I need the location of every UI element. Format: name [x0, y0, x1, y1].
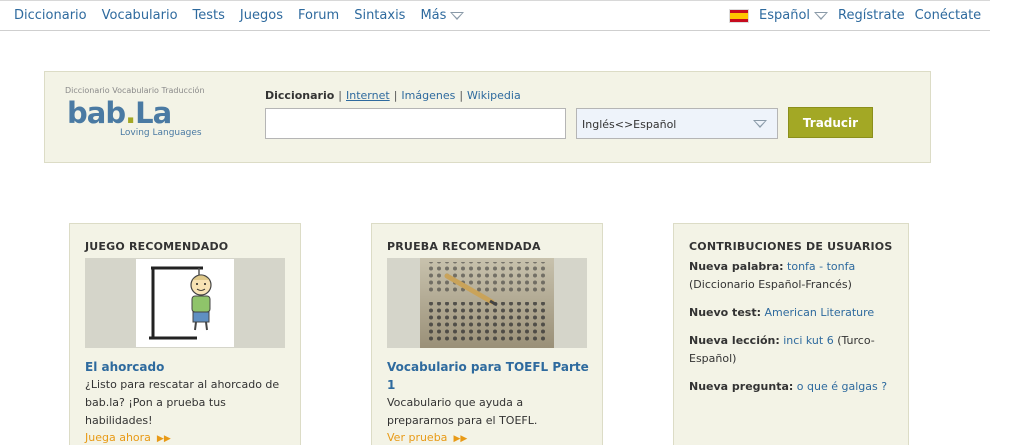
nav-sintaxis[interactable]: Sintaxis: [354, 8, 405, 23]
spain-flag-icon: [729, 8, 749, 23]
translate-button[interactable]: Traducir: [788, 107, 873, 138]
nav-mas-label: Más: [420, 8, 447, 23]
game-title-link[interactable]: El ahorcado: [85, 358, 290, 376]
nav-vocabulario[interactable]: Vocabulario: [102, 8, 178, 23]
language-selector[interactable]: Español: [759, 8, 829, 23]
user-menu: Español Regístrate Conéctate: [729, 8, 991, 23]
card-title: PRUEBA RECOMENDADA: [387, 240, 541, 253]
answer-sheet-illustration: [387, 258, 587, 348]
tab-imagenes[interactable]: Imágenes: [401, 89, 455, 102]
register-link[interactable]: Regístrate: [838, 8, 905, 23]
chevron-down-icon: [814, 11, 829, 20]
view-test-link[interactable]: Ver prueba ▶▶: [387, 431, 467, 444]
search-input[interactable]: [265, 108, 566, 139]
tab-wikipedia[interactable]: Wikipedia: [467, 89, 521, 102]
double-arrow-right-icon: ▶▶: [453, 434, 468, 444]
hangman-illustration: [85, 258, 285, 348]
login-link[interactable]: Conéctate: [915, 8, 982, 23]
game-description: ¿Listo para rescatar al ahorcado de bab.…: [85, 378, 280, 427]
new-word-link[interactable]: tonfa - tonfa: [787, 260, 855, 273]
card-title: JUEGO RECOMENDADO: [85, 240, 229, 253]
nav-mas-menu[interactable]: Más: [420, 8, 465, 23]
babla-logo[interactable]: Diccionario Vocabulario Traducción bab.L…: [65, 86, 235, 146]
recommended-test-card: PRUEBA RECOMENDADA Vocabulario para TOEF…: [371, 223, 603, 445]
new-test-entry: Nuevo test: American Literature: [689, 304, 894, 322]
search-panel: Diccionario Vocabulario Traducción bab.L…: [44, 71, 931, 163]
new-test-label: Nuevo test:: [689, 306, 761, 319]
tab-internet[interactable]: Internet: [346, 89, 390, 102]
main-menu: Diccionario Vocabulario Tests Juegos For…: [14, 8, 479, 23]
nav-tests[interactable]: Tests: [193, 8, 225, 23]
new-word-dictionary: (Diccionario Español-Francés): [689, 278, 852, 291]
test-title-link[interactable]: Vocabulario para TOEFL Parte 1: [387, 358, 592, 394]
hangman-image[interactable]: [85, 258, 285, 348]
language-pair-value: Inglés<>Español: [582, 118, 677, 131]
nav-diccionario[interactable]: Diccionario: [14, 8, 87, 23]
new-lesson-label: Nueva lección:: [689, 334, 780, 347]
user-contributions-card: CONTRIBUCIONES DE USUARIOS Nueva palabra…: [673, 223, 909, 445]
recommended-game-card: JUEGO RECOMENDADO El ahorcado ¿Listo par…: [69, 223, 301, 445]
logo-tagline: Diccionario Vocabulario Traducción: [65, 86, 205, 95]
card-title: CONTRIBUCIONES DE USUARIOS: [689, 240, 893, 253]
test-image[interactable]: [387, 258, 587, 348]
play-now-label: Juega ahora: [85, 431, 151, 444]
new-lesson-entry: Nueva lección: inci kut 6 (Turco-Español…: [689, 332, 894, 368]
top-navigation: Diccionario Vocabulario Tests Juegos For…: [0, 0, 990, 31]
new-question-label: Nueva pregunta:: [689, 380, 794, 393]
new-question-link[interactable]: o que é galgas ?: [797, 380, 887, 393]
nav-juegos[interactable]: Juegos: [240, 8, 283, 23]
new-word-label: Nueva palabra:: [689, 260, 784, 273]
chevron-down-icon: [450, 11, 465, 20]
new-word-entry: Nueva palabra: tonfa - tonfa (Diccionari…: [689, 258, 894, 294]
logo-word-dot: .: [125, 96, 136, 130]
chevron-down-icon: [753, 120, 767, 128]
search-tabs: Diccionario | Internet | Imágenes | Wikipedia: [265, 89, 521, 102]
tab-diccionario[interactable]: Diccionario: [265, 89, 334, 102]
nav-forum[interactable]: Forum: [298, 8, 339, 23]
view-test-label: Ver prueba: [387, 431, 448, 444]
language-pair-select[interactable]: Inglés<>Español: [576, 108, 778, 139]
new-lesson-link[interactable]: inci kut 6: [783, 334, 833, 347]
new-test-link[interactable]: American Literature: [764, 306, 874, 319]
test-description: Vocabulario que ayuda a prepararnos para…: [387, 396, 538, 427]
logo-word-a: bab: [67, 96, 126, 130]
new-question-entry: Nueva pregunta: o que é galgas ?: [689, 378, 894, 396]
play-now-link[interactable]: Juega ahora ▶▶: [85, 431, 171, 444]
double-arrow-right-icon: ▶▶: [156, 434, 171, 444]
logo-wordmark: bab.La: [67, 96, 172, 130]
logo-word-b: La: [135, 96, 172, 130]
language-label: Español: [759, 8, 811, 23]
logo-slogan: Loving Languages: [120, 128, 202, 138]
